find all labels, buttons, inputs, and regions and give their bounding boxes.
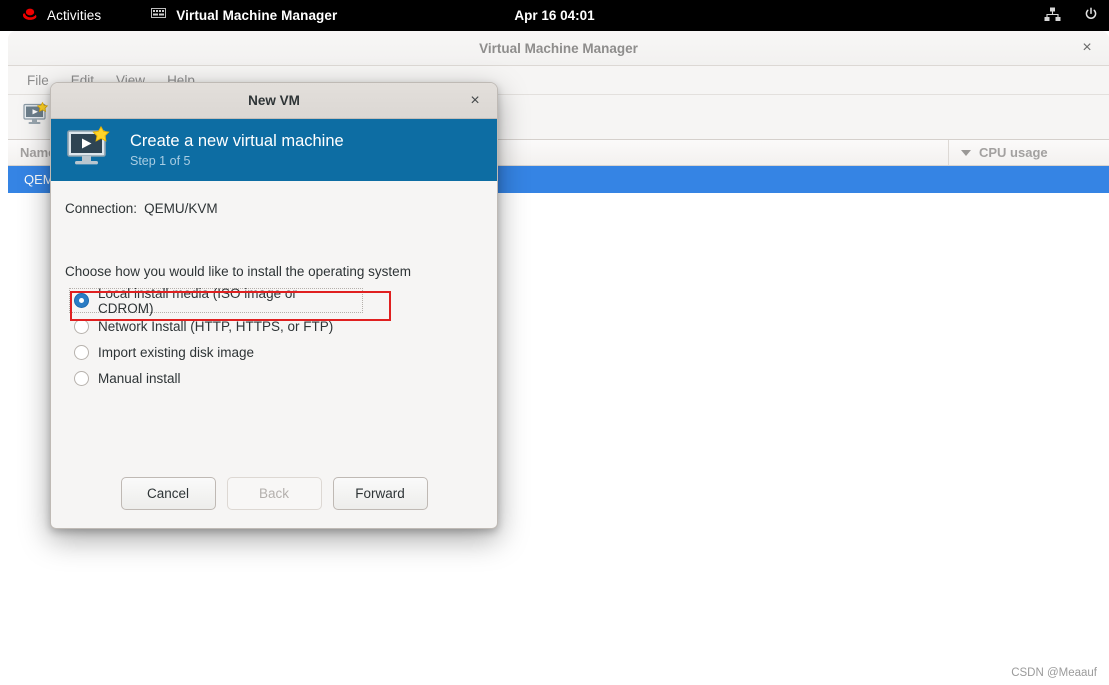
activities-button[interactable]: Activities <box>16 0 107 31</box>
new-vm-button[interactable] <box>18 100 54 134</box>
redhat-logo-icon <box>22 7 38 24</box>
forward-button[interactable]: Forward <box>332 476 428 510</box>
window-title: Virtual Machine Manager <box>479 40 638 56</box>
dialog-banner-step: Step 1 of 5 <box>130 153 191 168</box>
choose-install-label: Choose how you would like to install the… <box>65 264 411 279</box>
window-titlebar: Virtual Machine Manager × <box>8 31 1109 66</box>
radio-button-icon[interactable] <box>74 344 89 360</box>
radio-local-install-media-label: Local install media (ISO image or CDROM) <box>98 285 297 316</box>
clock-label: Apr 16 04:01 <box>514 8 595 23</box>
new-vm-icon <box>65 125 115 175</box>
radio-button-icon[interactable] <box>74 370 89 386</box>
dialog-footer: Cancel Back Forward <box>51 458 497 528</box>
close-icon[interactable]: × <box>1077 38 1097 58</box>
radio-network-install-label: Network Install (HTTP, HTTPS, or FTP) <box>98 318 334 334</box>
radio-import-existing-disk-image-label: Import existing disk image <box>98 344 255 360</box>
column-header-cpu-usage-label: CPU usage <box>979 145 1048 160</box>
app-menu-label: Virtual Machine Manager <box>176 8 338 23</box>
vm-icon <box>151 8 167 23</box>
radio-button-icon[interactable] <box>74 318 89 334</box>
dialog-banner-heading: Create a new virtual machine <box>130 132 344 151</box>
gnome-top-bar: Activities Virtual Machine Manager Apr 1… <box>0 0 1109 31</box>
install-method-group: Choose how you would like to install the… <box>65 264 483 391</box>
radio-manual-install[interactable]: Manual install <box>74 365 483 391</box>
radio-button-icon[interactable] <box>74 293 89 308</box>
back-button: Back <box>226 476 322 510</box>
connection-label: Connection: <box>65 201 138 216</box>
sort-descending-icon <box>961 149 971 156</box>
app-menu-button[interactable]: Virtual Machine Manager <box>151 0 337 31</box>
close-icon[interactable]: × <box>465 91 485 111</box>
watermark: CSDN @Meaauf <box>1011 667 1097 679</box>
system-status-area[interactable] <box>1044 6 1099 25</box>
radio-import-existing-disk-image[interactable]: Import existing disk image <box>74 339 483 365</box>
radio-manual-install-label: Manual install <box>98 370 181 386</box>
new-vm-dialog: New VM × Create a new virtual machine St… <box>50 82 498 529</box>
radio-local-install-media[interactable]: Local install media (ISO image or CDROM) <box>69 285 363 316</box>
dialog-banner-text: Create a new virtual machine Step 1 of 5 <box>130 132 344 168</box>
cancel-button[interactable]: Cancel <box>120 476 216 510</box>
install-method-radio-list: Local install media (ISO image or CDROM)… <box>65 285 483 391</box>
connection-row: Connection: QEMU/KVM <box>65 201 483 216</box>
dialog-body: Connection: QEMU/KVM Choose how you would… <box>51 181 497 458</box>
network-sitemap-icon[interactable] <box>1044 7 1061 25</box>
power-icon[interactable] <box>1083 6 1099 25</box>
dialog-title: New VM <box>248 93 300 108</box>
radio-network-install[interactable]: Network Install (HTTP, HTTPS, or FTP) <box>74 313 483 339</box>
activities-label: Activities <box>47 8 102 23</box>
column-header-cpu-usage[interactable]: CPU usage <box>948 140 1109 165</box>
dialog-banner: Create a new virtual machine Step 1 of 5 <box>51 119 497 181</box>
connection-value: QEMU/KVM <box>144 201 218 216</box>
dialog-titlebar: New VM × <box>51 83 497 119</box>
new-vm-icon <box>22 101 50 133</box>
